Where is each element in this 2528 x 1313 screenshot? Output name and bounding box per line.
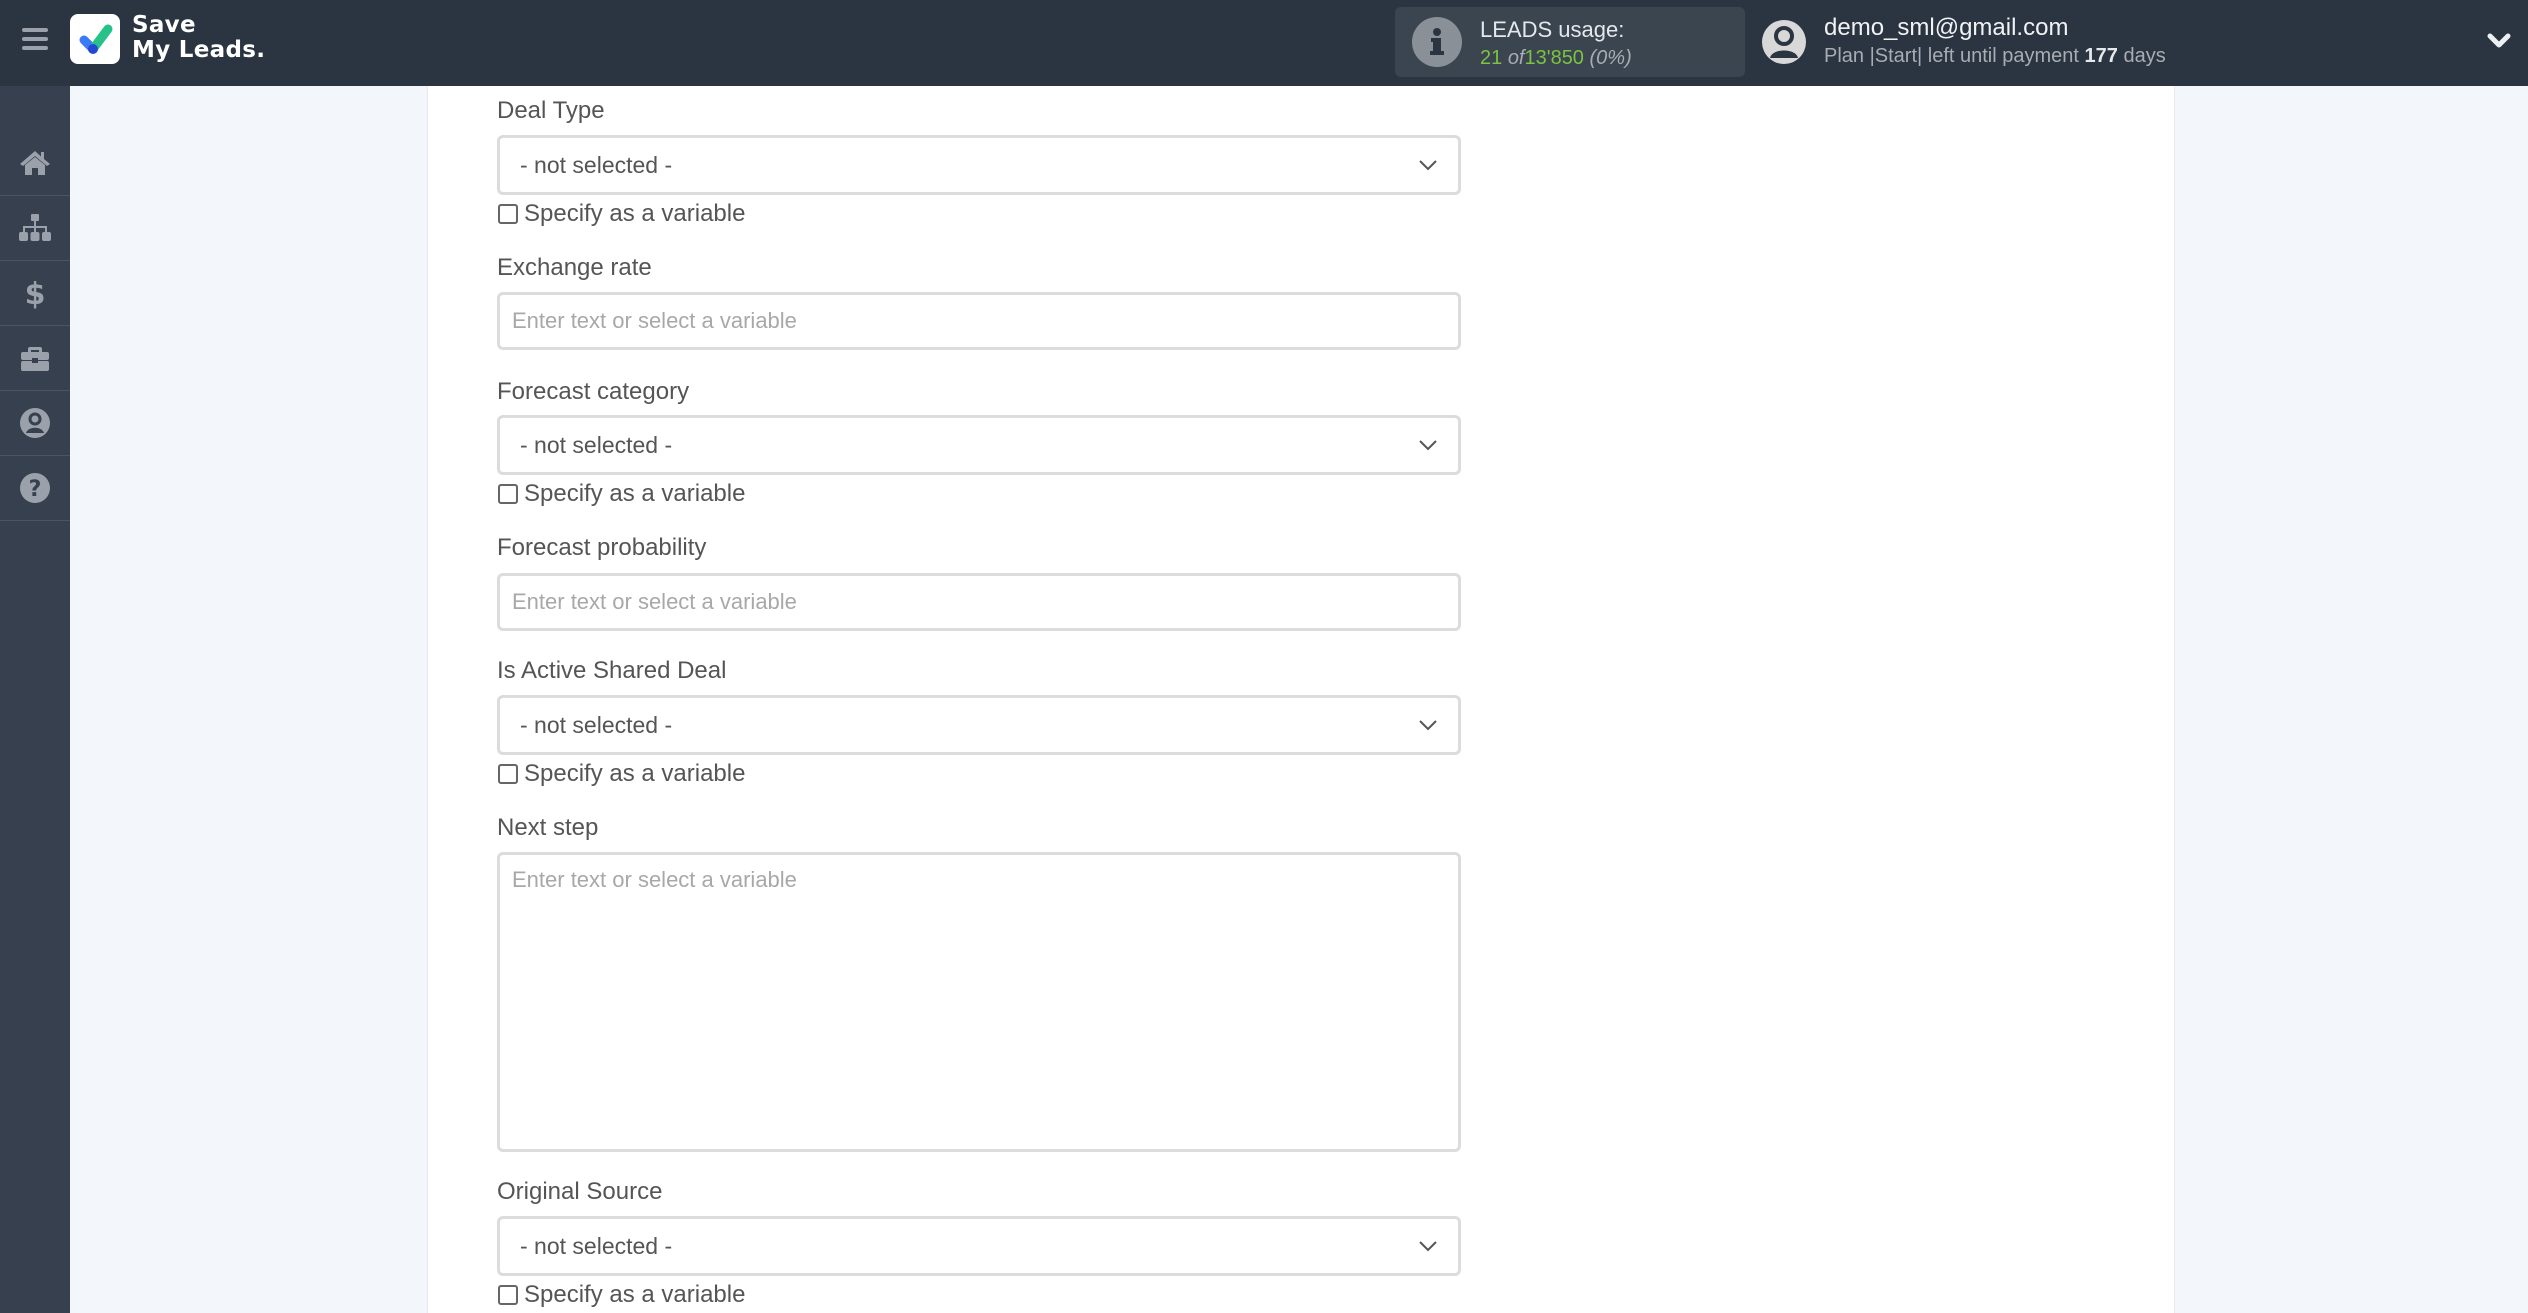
next-step-field[interactable] [497,852,1461,1152]
sidebar-item-account[interactable] [0,391,70,456]
chevron-down-icon[interactable] [2484,28,2514,54]
plan-info: Plan |Start| left until payment 177 days [1824,45,2166,68]
briefcase-icon [21,347,49,371]
select-value: - not selected - [520,432,673,458]
select-value: - not selected - [520,712,673,738]
is-active-shared-deal-select[interactable]: - not selected - [497,695,1461,755]
sidebar-item-connections[interactable] [0,196,70,261]
forecast-probability-input[interactable] [500,576,1458,628]
deal-type-variable-option: Specify as a variable [498,200,745,228]
original-source-variable-option: Specify as a variable [498,1281,745,1309]
leads-of: of [1507,47,1525,69]
field-label-exchange-rate: Exchange rate [497,254,652,281]
sidebar-item-home[interactable] [0,131,70,196]
deal-type-variable-checkbox[interactable] [498,204,518,224]
field-label-is-active-shared-deal: Is Active Shared Deal [497,657,727,684]
chevron-down-icon [1419,440,1437,451]
select-value: - not selected - [520,1233,673,1259]
field-label-original-source: Original Source [497,1178,663,1205]
forecast-category-select[interactable]: - not selected - [497,415,1461,475]
next-step-textarea[interactable] [500,855,1458,1149]
svg-text:?: ? [29,477,42,502]
sidebar-item-tools[interactable] [0,326,70,391]
hamburger-icon-bar [22,28,48,32]
leads-used: 21 [1480,47,1503,69]
home-icon [20,151,50,175]
brand-line-2: My Leads. [132,37,266,63]
checkbox-label[interactable]: Specify as a variable [524,480,745,508]
plan-days: 177 [2084,45,2118,67]
chevron-down-icon [1419,1241,1437,1252]
checkbox-label[interactable]: Specify as a variable [524,760,745,788]
top-header: Save My Leads. LEADS usage: 21 of13'850 … [0,0,2528,86]
exchange-rate-field[interactable] [497,292,1461,350]
user-circle-icon [20,408,50,438]
original-source-variable-checkbox[interactable] [498,1285,518,1305]
menu-toggle-button[interactable] [22,28,48,50]
field-label-forecast-probability: Forecast probability [497,534,707,561]
field-label-next-step: Next step [497,814,599,841]
sitemap-icon [19,214,51,241]
logo-icon[interactable] [70,14,120,64]
dollar-icon: $ [25,277,46,310]
forecast-category-variable-option: Specify as a variable [498,480,745,508]
exchange-rate-input[interactable] [500,295,1458,347]
leads-usage-count: 21 of13'850 (0%) [1480,47,1632,70]
info-icon [1412,17,1462,67]
chevron-down-icon [1419,720,1437,731]
select-value: - not selected - [520,152,673,178]
forecast-category-variable-checkbox[interactable] [498,484,518,504]
leads-usage-panel: LEADS usage: 21 of13'850 (0%) [1395,7,1745,77]
chevron-down-icon [1419,160,1437,171]
sidebar-item-billing[interactable]: $ [0,261,70,326]
is-active-shared-deal-variable-checkbox[interactable] [498,764,518,784]
deal-type-select[interactable]: - not selected - [497,135,1461,195]
field-label-deal-type: Deal Type [497,97,605,124]
svg-text:$: $ [25,277,46,310]
field-label-forecast-category: Forecast category [497,378,690,405]
original-source-select[interactable]: - not selected - [497,1216,1461,1276]
sidebar: $ ? [0,86,70,1313]
hamburger-icon-bar [22,46,48,50]
checkbox-label[interactable]: Specify as a variable [524,1281,745,1309]
hamburger-icon-bar [22,37,48,41]
user-avatar-icon[interactable] [1762,20,1806,64]
is-active-shared-deal-variable-option: Specify as a variable [498,760,745,788]
checkbox-label[interactable]: Specify as a variable [524,200,745,228]
question-circle-icon: ? [20,473,50,503]
sidebar-item-help[interactable]: ? [0,456,70,521]
leads-usage-label: LEADS usage: [1480,17,1625,42]
brand-line-1: Save [132,12,196,38]
leads-total: 13'850 [1524,47,1584,69]
user-email[interactable]: demo_sml@gmail.com [1824,14,2068,42]
leads-percent: (0%) [1589,47,1632,69]
plan-prefix: Plan |Start| left until payment [1824,45,2079,67]
brand-name[interactable]: Save My Leads. [132,13,265,63]
plan-suffix: days [2123,45,2166,67]
forecast-probability-field[interactable] [497,573,1461,631]
